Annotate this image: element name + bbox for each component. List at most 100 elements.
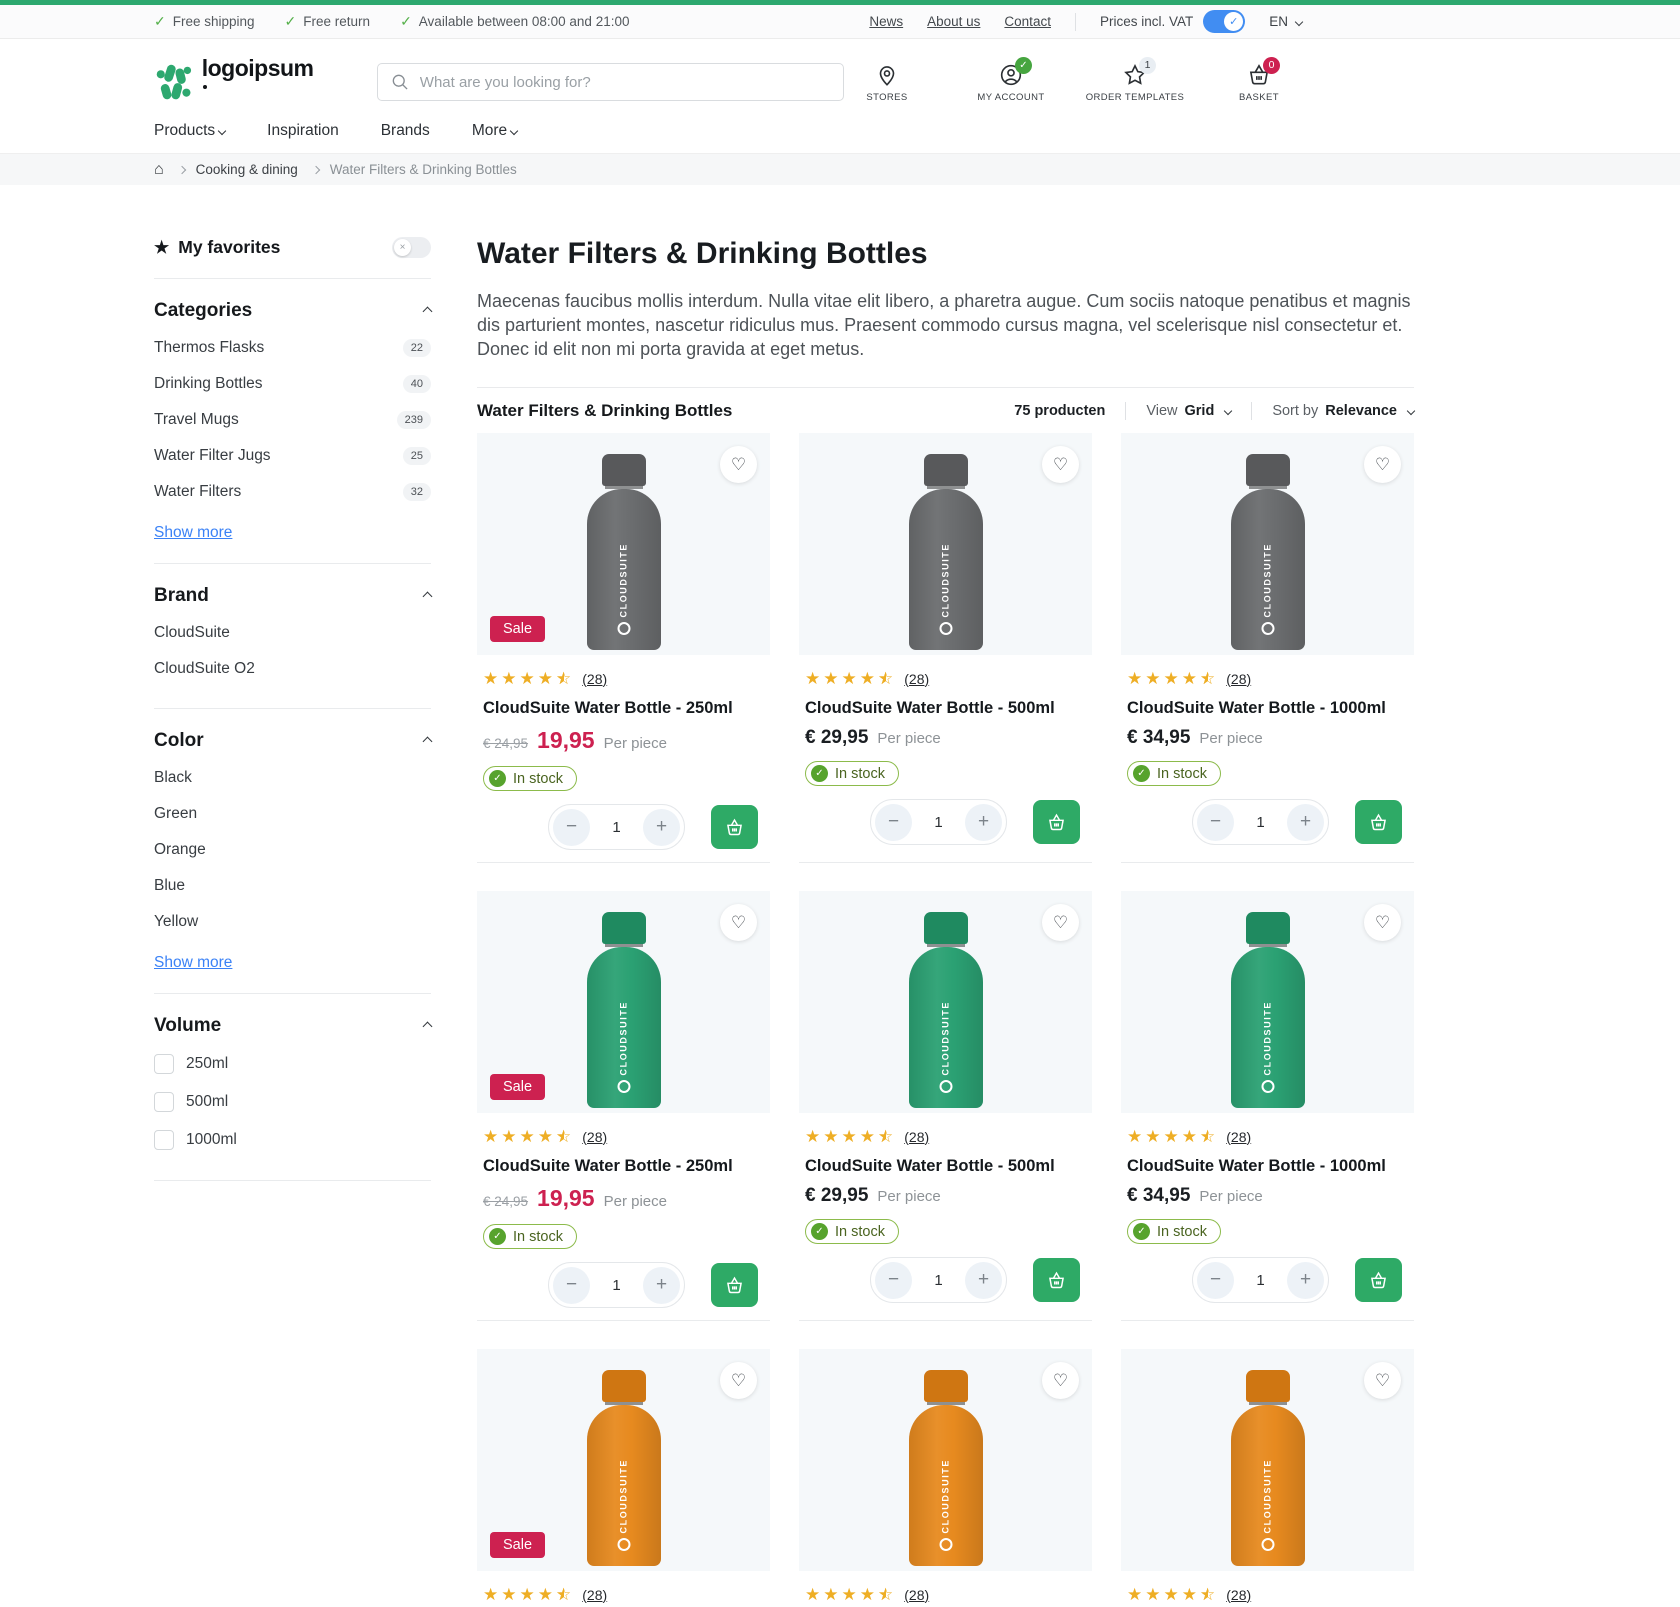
volume-option[interactable]: 250ml (154, 1045, 431, 1083)
product-name[interactable]: CloudSuite Water Bottle - 500ml (799, 1157, 1092, 1176)
categories-header[interactable]: Categories (154, 300, 431, 322)
reviews-link[interactable]: (28) (904, 1129, 929, 1145)
reviews-link[interactable]: (28) (904, 671, 929, 687)
search-input[interactable] (377, 63, 844, 101)
product-image[interactable]: ♡ CLOUDSUITE (799, 1349, 1092, 1571)
contact-link[interactable]: Contact (1004, 14, 1051, 29)
product-image[interactable]: ♡ CLOUDSUITE (1121, 433, 1414, 655)
usp-free-shipping: ✓ Free shipping (154, 13, 255, 30)
category-filter-item[interactable]: Travel Mugs 239 (154, 402, 431, 438)
product-name[interactable]: CloudSuite Water Bottle - 250ml (477, 699, 770, 718)
product-image[interactable]: ♡ CLOUDSUITE (799, 891, 1092, 1113)
favorite-button[interactable]: ♡ (1364, 904, 1401, 941)
quantity-decrease-button[interactable]: − (553, 1267, 590, 1304)
logo[interactable]: logoipsum (154, 55, 315, 109)
nav-inspiration[interactable]: Inspiration (267, 122, 339, 140)
product-image[interactable]: ♡ CLOUDSUITE Sale (477, 1349, 770, 1571)
product-image[interactable]: ♡ CLOUDSUITE Sale (477, 891, 770, 1113)
nav-more[interactable]: More (472, 122, 517, 140)
quantity-increase-button[interactable]: + (965, 804, 1002, 841)
favorite-button[interactable]: ♡ (1364, 1362, 1401, 1399)
reviews-link[interactable]: (28) (1226, 1129, 1251, 1145)
view-selector[interactable]: View Grid (1146, 403, 1231, 419)
volume-option[interactable]: 500ml (154, 1083, 431, 1121)
filter-item[interactable]: Green (154, 796, 431, 832)
checkbox[interactable] (154, 1054, 174, 1074)
reviews-link[interactable]: (28) (582, 1129, 607, 1145)
favorite-button[interactable]: ♡ (720, 446, 757, 483)
product-name[interactable]: CloudSuite Water Bottle - 1000ml (1121, 699, 1414, 718)
quantity-increase-button[interactable]: + (1287, 1262, 1324, 1299)
volume-option[interactable]: 1000ml (154, 1121, 431, 1159)
favorite-button[interactable]: ♡ (1042, 904, 1079, 941)
reviews-link[interactable]: (28) (1226, 1587, 1251, 1603)
nav-products[interactable]: Products (154, 122, 225, 140)
volume-header[interactable]: Volume (154, 1015, 431, 1037)
star-icon: ★ (483, 1586, 498, 1603)
quantity-increase-button[interactable]: + (643, 809, 680, 846)
quantity-decrease-button[interactable]: − (875, 1262, 912, 1299)
filter-item[interactable]: Black (154, 760, 431, 796)
filter-item[interactable]: Orange (154, 832, 431, 868)
add-to-cart-button[interactable] (1355, 800, 1402, 844)
color-show-more-link[interactable]: Show more (154, 954, 232, 972)
favorites-toggle[interactable]: × (392, 237, 431, 258)
filter-item[interactable]: Yellow (154, 904, 431, 940)
basket-button[interactable]: 0 BASKET (1216, 62, 1302, 103)
quantity-increase-button[interactable]: + (1287, 804, 1324, 841)
category-filter-item[interactable]: Thermos Flasks 22 (154, 330, 431, 366)
product-image[interactable]: ♡ CLOUDSUITE (1121, 1349, 1414, 1571)
product-name[interactable]: CloudSuite Water Bottle - 500ml (799, 699, 1092, 718)
categories-show-more-link[interactable]: Show more (154, 524, 232, 542)
add-to-cart-button[interactable] (711, 1263, 758, 1307)
order-templates-button[interactable]: 1 ORDER TEMPLATES (1092, 62, 1178, 103)
filter-item[interactable]: CloudSuite O2 (154, 651, 431, 687)
news-link[interactable]: News (869, 14, 903, 29)
rating-row: ★ ★ ★ ★ ☆★ (28) (1121, 1128, 1414, 1145)
favorite-button[interactable]: ♡ (1042, 446, 1079, 483)
quantity-decrease-button[interactable]: − (1197, 1262, 1234, 1299)
category-filter-item[interactable]: Water Filters 32 (154, 474, 431, 510)
my-account-button[interactable]: ✓ MY ACCOUNT (968, 62, 1054, 103)
add-to-cart-button[interactable] (711, 805, 758, 849)
home-icon[interactable]: ⌂ (154, 162, 164, 178)
color-header[interactable]: Color (154, 730, 431, 752)
checkbox[interactable] (154, 1130, 174, 1150)
add-to-cart-button[interactable] (1033, 1258, 1080, 1302)
breadcrumb-cooking-dining[interactable]: Cooking & dining (196, 162, 298, 177)
quantity-increase-button[interactable]: + (965, 1262, 1002, 1299)
favorite-button[interactable]: ♡ (720, 1362, 757, 1399)
category-filter-item[interactable]: Water Filter Jugs 25 (154, 438, 431, 474)
filter-item[interactable]: Blue (154, 868, 431, 904)
filter-item[interactable]: CloudSuite (154, 615, 431, 651)
reviews-link[interactable]: (28) (582, 671, 607, 687)
category-filter-item[interactable]: Drinking Bottles 40 (154, 366, 431, 402)
checkbox[interactable] (154, 1092, 174, 1112)
product-image[interactable]: ♡ CLOUDSUITE Sale (477, 433, 770, 655)
product-name[interactable]: CloudSuite Water Bottle - 250ml (477, 1157, 770, 1176)
about-link[interactable]: About us (927, 14, 980, 29)
product-image[interactable]: ♡ CLOUDSUITE (1121, 891, 1414, 1113)
sort-selector[interactable]: Sort by Relevance (1272, 403, 1414, 419)
product-image[interactable]: ♡ CLOUDSUITE (799, 433, 1092, 655)
quantity-decrease-button[interactable]: − (553, 809, 590, 846)
quantity-increase-button[interactable]: + (643, 1267, 680, 1304)
add-to-cart-button[interactable] (1355, 1258, 1402, 1302)
bottle-brand-text: CLOUDSUITE (619, 1459, 629, 1534)
quantity-decrease-button[interactable]: − (875, 804, 912, 841)
reviews-link[interactable]: (28) (904, 1587, 929, 1603)
favorite-button[interactable]: ♡ (1364, 446, 1401, 483)
brand-header[interactable]: Brand (154, 585, 431, 607)
nav-brands[interactable]: Brands (381, 122, 430, 140)
favorite-button[interactable]: ♡ (720, 904, 757, 941)
add-to-cart-button[interactable] (1033, 800, 1080, 844)
vat-toggle[interactable]: ✓ (1203, 10, 1245, 33)
language-selector[interactable]: EN (1269, 14, 1302, 29)
reviews-link[interactable]: (28) (582, 1587, 607, 1603)
star-icon: ★ (538, 1128, 553, 1145)
stores-button[interactable]: STORES (844, 62, 930, 103)
product-name[interactable]: CloudSuite Water Bottle - 1000ml (1121, 1157, 1414, 1176)
reviews-link[interactable]: (28) (1226, 671, 1251, 687)
quantity-decrease-button[interactable]: − (1197, 804, 1234, 841)
favorite-button[interactable]: ♡ (1042, 1362, 1079, 1399)
